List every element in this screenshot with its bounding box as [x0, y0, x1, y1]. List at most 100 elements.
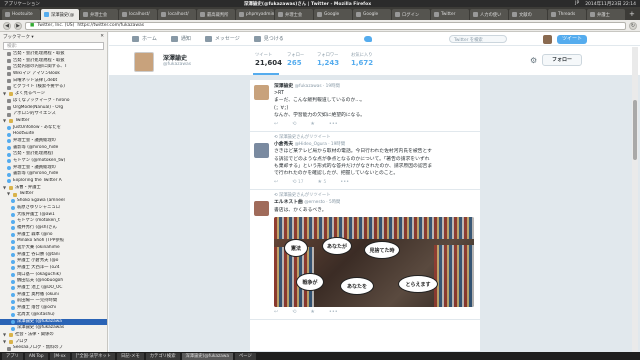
reply-icon[interactable]: ↩ [274, 121, 278, 128]
expand-triangle-icon[interactable]: ▼ [7, 191, 11, 198]
bookmark-folder[interactable]: ▼ Twitter [0, 118, 107, 125]
taskbar-item[interactable]: [M-xx [49, 352, 70, 360]
bookmark-item[interactable]: 告発・会計処理規程・取扱 [0, 58, 107, 65]
applications-menu[interactable]: アプリケーション [4, 1, 40, 7]
input-method-indicator[interactable]: JP [575, 1, 579, 7]
twitter-nav-item[interactable]: 通知 [170, 35, 191, 42]
tweet-author-handle[interactable]: @fukazawas · 19時間 [295, 84, 340, 89]
browser-tab[interactable]: 深澤諭史(@ [41, 9, 79, 20]
bookmark-item[interactable]: 告発・会計処理規程( [0, 151, 107, 158]
tweet-author-handle[interactable]: @Hideo_Ogura · 19時間 [295, 142, 345, 147]
taskbar-item[interactable]: ページ [235, 352, 256, 360]
favorite-button[interactable]: ★ 5 [317, 179, 326, 186]
browser-tab[interactable]: Threads [548, 9, 586, 20]
tweet-photo[interactable]: 憲法 あなたが 見捨てた時 戦争が あなたを とらえます [274, 216, 474, 307]
bookmark-item[interactable]: Exploring the Twitter A [0, 178, 107, 185]
browser-tab[interactable]: 人力の使い [470, 9, 508, 20]
more-icon[interactable]: ••• [340, 179, 349, 186]
taskbar-item[interactable]: 日記-メモ [116, 352, 144, 360]
browser-tab[interactable]: 文献の [509, 9, 547, 20]
bookmark-item[interactable]: Minako Shoh (TPP参照 [0, 238, 107, 245]
tweet-avatar[interactable] [254, 85, 269, 100]
bookmark-search-input[interactable]: 検索: [3, 42, 104, 50]
reply-icon[interactable]: ↩ [274, 179, 278, 186]
profile-stat[interactable]: フォロワー 1,243 [317, 52, 339, 67]
bookmark-item[interactable]: 弁護士 大西洋一 (o24 [0, 265, 107, 272]
twitter-nav-item[interactable]: 見つける [253, 35, 284, 42]
browser-tab[interactable]: Hootsuite [2, 9, 40, 20]
bookmark-item[interactable]: モトケン (@motoken_tw) [0, 158, 107, 165]
bookmark-item[interactable]: アポロン的サイエンス [0, 111, 107, 118]
tweet-author-name[interactable]: 小倉秀夫 [274, 142, 293, 147]
retweet-button[interactable]: ⟲ [292, 309, 296, 316]
tweet-avatar[interactable] [254, 143, 269, 159]
bookmark-item[interactable]: モトケン (motoken_t [0, 218, 107, 225]
expand-triangle-icon[interactable]: ▼ [3, 332, 7, 339]
bookmark-item[interactable]: 弁護士 小倉秀夫 (@o [0, 258, 107, 265]
bookmark-item[interactable]: ビグライト (検索不要やる) [0, 84, 107, 91]
tweet[interactable]: ⟲ 深澤諭史さんがリツイート 小倉秀夫 @Hideo_Ogura · 19時間 さき… [250, 132, 480, 191]
twitter-nav-item[interactable]: ホーム [132, 35, 157, 42]
profile-stat[interactable]: ツイート 21,604 [255, 52, 282, 67]
browser-tab[interactable]: localhost/ [158, 9, 196, 20]
bookmark-item[interactable]: 福井秀行 (@sh)さん [0, 225, 107, 232]
bookmark-item[interactable]: 弁護士 森本 (@no [0, 232, 107, 239]
retweet-button[interactable]: ⟲ 17 [292, 179, 303, 186]
browser-tab[interactable]: ログイン [392, 9, 430, 20]
browser-tab[interactable]: Google [314, 9, 352, 20]
taskbar-item[interactable]: カテゴリ検索 [145, 352, 180, 360]
browser-tab[interactable]: Twitter [431, 9, 469, 20]
expand-triangle-icon[interactable]: ▼ [3, 118, 7, 125]
twitter-bird-icon[interactable] [364, 36, 372, 42]
browser-tab[interactable]: Google [353, 9, 391, 20]
bookmark-item[interactable]: 弁護士 池上 (@DO_OC [0, 285, 107, 292]
bookmark-item[interactable]: 雲が大乗 (okinahime [0, 245, 107, 252]
reload-button[interactable]: ↻ [629, 21, 637, 30]
tweet-avatar[interactable] [254, 201, 269, 217]
taskbar-item[interactable]: ["全国-法学ネット [71, 352, 115, 360]
bookmark-item[interactable]: 北周太 (@kitashu) [0, 312, 107, 319]
bookmark-item[interactable]: 書影等 (@hirono_hide [0, 171, 107, 178]
close-icon[interactable]: ✕ [100, 34, 104, 39]
bookmark-item[interactable]: Wikiマジ アマゾンBook [0, 71, 107, 78]
profile-avatar[interactable] [134, 52, 154, 72]
bookmark-item[interactable]: 深澤諭史 (@fukazawas [0, 325, 107, 332]
bookmark-item[interactable]: Shoko Egawa (amneel [0, 198, 107, 205]
taskbar-item[interactable]: AN Top [24, 352, 48, 360]
bookmark-item[interactable]: 深澤諭史 (@fukazawa [0, 318, 107, 326]
twitter-nav-item[interactable]: メッセージ [204, 35, 240, 42]
tweet[interactable]: ⟲ 深澤諭史さんがリツイート エルネスト曲 @ernesto · 5時間 書店は、か… [250, 190, 480, 321]
bookmark-item[interactable]: はてなブックマーク - hirono [0, 98, 107, 105]
bookmark-item[interactable]: 前田陽一 一完持時間 [0, 298, 107, 305]
gear-icon[interactable]: ⚙ [530, 56, 537, 65]
account-avatar[interactable] [543, 35, 552, 44]
more-icon[interactable]: ••• [329, 121, 338, 128]
favorite-button[interactable]: ★ [310, 121, 314, 128]
retweet-button[interactable]: ⟲ [292, 121, 296, 128]
bookmark-item[interactable]: 日曜ネット法律しdebt [0, 78, 107, 85]
expand-triangle-icon[interactable]: ▼ [3, 339, 7, 346]
reply-icon[interactable]: ↩ [274, 309, 278, 316]
new-tab-button[interactable]: + [626, 10, 638, 18]
bookmark-folder[interactable]: ▼ 社会・法律・関係の [0, 332, 107, 339]
bookmark-item[interactable]: 弁理士会・議員総理の [0, 165, 107, 172]
twitter-search-input[interactable]: Twitter を検索 [449, 35, 507, 43]
page-scrollbar[interactable] [632, 47, 638, 352]
profile-stat[interactable]: お気に入り 1,672 [351, 52, 373, 67]
expand-triangle-icon[interactable]: ▼ [3, 91, 7, 98]
browser-tab[interactable]: 最高裁判所 [197, 9, 235, 20]
browser-tab[interactable]: localhost/ [119, 9, 157, 20]
compose-tweet-button[interactable]: ツイート [557, 35, 587, 44]
profile-stat[interactable]: フォロー 265 [287, 52, 304, 67]
profile-name[interactable]: 深澤諭史 [163, 53, 187, 62]
browser-tab[interactable]: 弁理士会 [80, 9, 118, 20]
expand-triangle-icon[interactable]: ▼ [3, 185, 7, 192]
tweet-author-handle[interactable]: @ernesto · 5時間 [304, 200, 340, 205]
bookmark-item[interactable]: 弁護士 谷口勝 (@tani [0, 252, 107, 259]
bookmark-item[interactable]: 岡口基一 (okaguchik) [0, 272, 107, 279]
favorite-button[interactable]: ★ [310, 309, 314, 316]
browser-tab[interactable]: phpmyadmin [236, 9, 274, 20]
bookmark-item[interactable]: HootSuite [0, 131, 107, 138]
sidebar-title[interactable]: ブックマーク ▾ [3, 34, 34, 40]
bookmark-item[interactable]: 鶴田信夫 (@nobuogoh [0, 278, 107, 285]
